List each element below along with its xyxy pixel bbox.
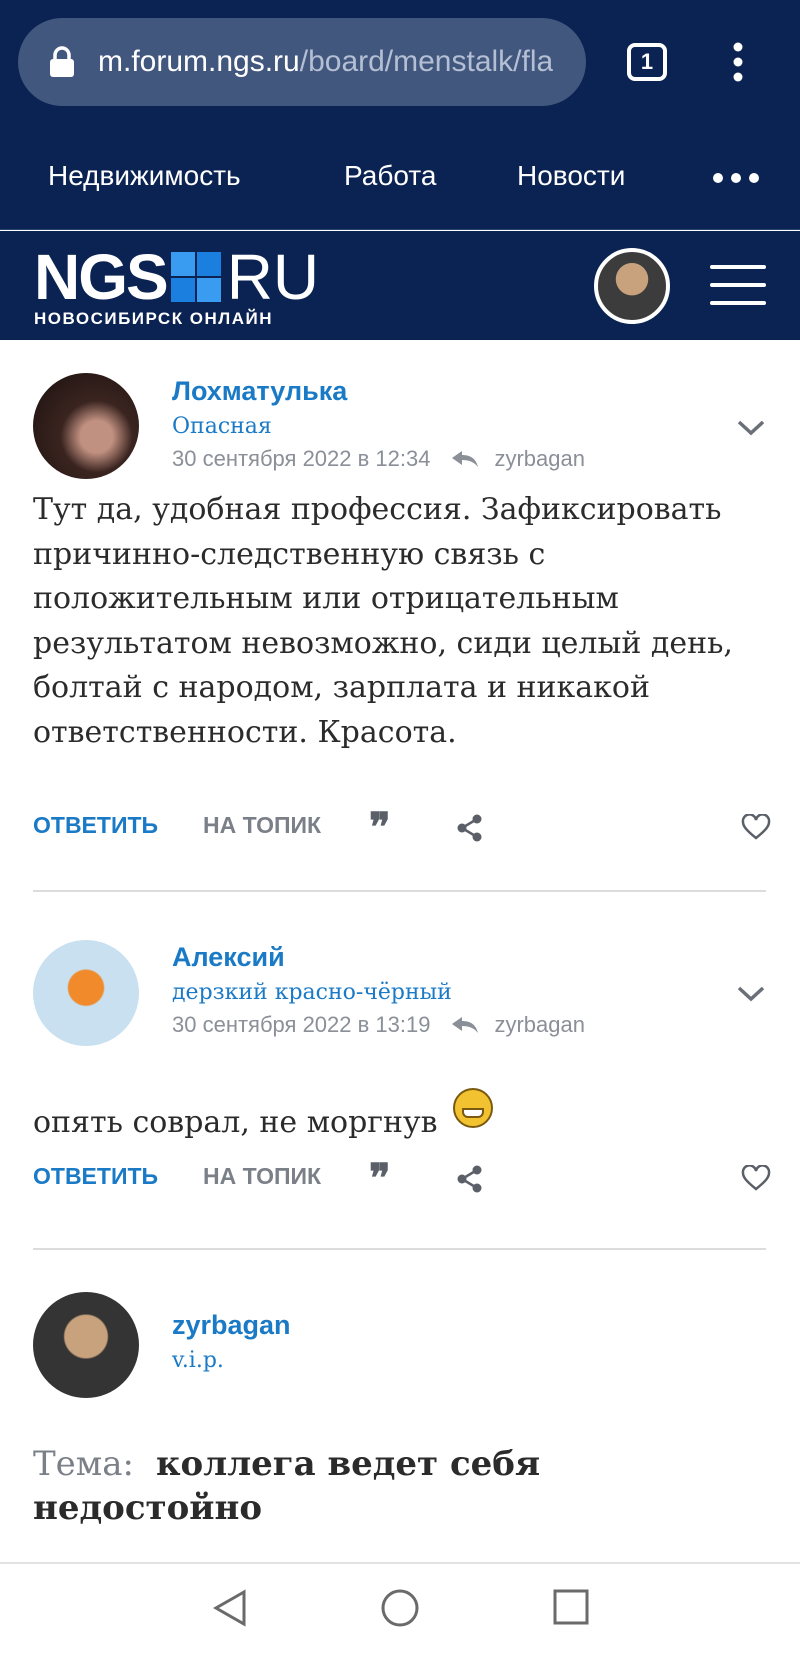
post-actions: ОТВЕТИТЬ НА ТОПИК ❞ <box>33 1159 773 1199</box>
logo-ngs-text: NGS <box>34 241 169 313</box>
lock-icon <box>50 46 74 77</box>
back-icon[interactable] <box>210 1588 250 1628</box>
reply-button[interactable]: ОТВЕТИТЬ <box>33 1163 158 1190</box>
system-navigation-bar <box>0 1564 800 1653</box>
url-domain: m.forum.ngs.ru <box>98 45 300 78</box>
author-name[interactable]: zyrbagan <box>172 1310 291 1341</box>
quote-icon[interactable]: ❞ <box>369 808 391 848</box>
address-bar[interactable]: m.forum.ngs.ru/board/menstalk/fla <box>18 18 586 106</box>
ngs-logo[interactable]: NGS RU НОВОСИБИРСК ОНЛАЙН <box>34 241 320 329</box>
quote-icon[interactable]: ❞ <box>369 1159 391 1199</box>
grin-emoji-icon <box>453 1088 494 1128</box>
user-avatar[interactable] <box>594 248 670 324</box>
browser-menu-icon[interactable] <box>728 42 748 82</box>
post-text-content: опять соврал, не моргнув <box>33 1105 438 1140</box>
author-avatar[interactable] <box>33 940 139 1046</box>
share-icon[interactable] <box>457 814 483 842</box>
reply-arrow-icon <box>452 1017 479 1033</box>
site-nav: Недвижимость Работа Новости <box>0 130 800 230</box>
post-date[interactable]: 30 сентября 2022 в 13:19 <box>172 1012 430 1038</box>
home-icon[interactable] <box>380 1588 420 1628</box>
post-meta: 30 сентября 2022 в 12:34 zyrbagan <box>172 446 585 472</box>
author-avatar[interactable] <box>33 373 139 479</box>
reply-to-user[interactable]: zyrbagan <box>494 446 585 472</box>
url-text: m.forum.ngs.ru/board/menstalk/fla <box>98 45 553 79</box>
post-text: Тут да, удобная профессия. Зафиксировать… <box>33 492 733 750</box>
author-rank: Опасная <box>172 414 272 439</box>
author-avatar[interactable] <box>33 1292 139 1398</box>
tab-switcher-button[interactable]: 1 <box>627 43 667 81</box>
site-header: NGS RU НОВОСИБИРСК ОНЛАЙН <box>0 231 800 340</box>
forum-post: Алексий дерзкий красно-чёрный 30 сентябр… <box>0 892 800 1248</box>
author-name[interactable]: Алексий <box>172 942 285 973</box>
browser-toolbar: m.forum.ngs.ru/board/menstalk/fla 1 <box>0 0 800 130</box>
nav-item-news[interactable]: Новости <box>517 160 625 192</box>
url-path: /board/menstalk/fla <box>299 45 554 78</box>
more-icon[interactable] <box>712 172 760 184</box>
heart-icon[interactable] <box>741 1165 771 1191</box>
forum-post: Лохматулька Опасная 30 сентября 2022 в 1… <box>0 340 800 892</box>
hamburger-menu-icon[interactable] <box>710 265 766 305</box>
share-icon[interactable] <box>457 1165 483 1193</box>
author-rank: v.i.p. <box>172 1348 224 1373</box>
author-name[interactable]: Лохматулька <box>172 376 347 407</box>
reply-arrow-icon <box>452 451 479 467</box>
to-topic-button[interactable]: НА ТОПИК <box>203 812 321 839</box>
nav-item-jobs[interactable]: Работа <box>344 160 436 192</box>
post-text: опять соврал, не моргнув <box>33 1088 773 1146</box>
topic-heading: Тема: коллега ведет себя недостойно <box>33 1442 773 1530</box>
to-topic-button[interactable]: НА ТОПИК <box>203 1163 321 1190</box>
logo-ru-text: RU <box>226 241 320 313</box>
author-rank: дерзкий красно-чёрный <box>172 980 452 1005</box>
chevron-down-icon[interactable] <box>736 984 766 1004</box>
reply-to-user[interactable]: zyrbagan <box>494 1012 585 1038</box>
heart-icon[interactable] <box>741 814 771 840</box>
logo-square-icon <box>170 252 221 302</box>
post-actions: ОТВЕТИТЬ НА ТОПИК ❞ <box>33 808 773 848</box>
post-date[interactable]: 30 сентября 2022 в 12:34 <box>172 446 430 472</box>
topic-label: Тема: <box>33 1444 134 1484</box>
post-meta: 30 сентября 2022 в 13:19 zyrbagan <box>172 1012 585 1038</box>
reply-button[interactable]: ОТВЕТИТЬ <box>33 812 158 839</box>
recents-icon[interactable] <box>552 1588 590 1626</box>
nav-item-realty[interactable]: Недвижимость <box>48 160 241 192</box>
chevron-down-icon[interactable] <box>736 418 766 438</box>
